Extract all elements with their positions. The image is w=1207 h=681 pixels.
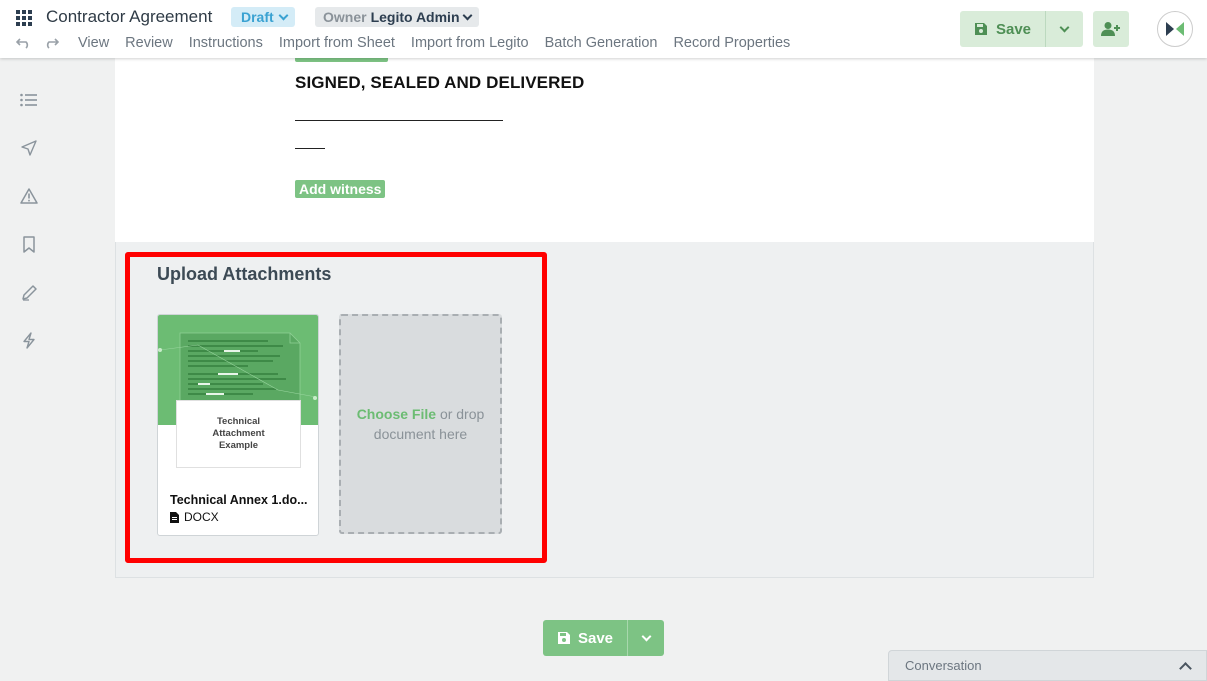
green-tag-edge: [295, 58, 388, 62]
chevron-up-icon: [1179, 662, 1192, 675]
undo-icon[interactable]: [15, 36, 32, 54]
top-toolbar: Contractor Agreement Draft Owner Legito …: [0, 0, 1207, 58]
status-label: Draft: [241, 9, 274, 25]
left-sidebar: [0, 58, 58, 681]
chevron-down-icon: [1059, 22, 1070, 32]
send-icon[interactable]: [20, 139, 38, 157]
menu-instructions[interactable]: Instructions: [189, 35, 263, 51]
add-user-icon: [1101, 22, 1120, 36]
add-user-button[interactable]: [1093, 11, 1129, 47]
menu-record-properties[interactable]: Record Properties: [673, 35, 790, 51]
redo-icon[interactable]: [43, 36, 60, 54]
signed-sealed-heading: SIGNED, SEALED AND DELIVERED: [295, 73, 585, 92]
header-save-button[interactable]: Save: [960, 11, 1046, 47]
conversation-panel-toggle[interactable]: Conversation: [888, 650, 1207, 681]
status-dropdown[interactable]: Draft: [231, 7, 295, 27]
list-icon[interactable]: [20, 91, 38, 109]
owner-label: Owner: [323, 9, 367, 25]
lightning-icon[interactable]: [20, 331, 38, 349]
legito-logo-avatar[interactable]: [1157, 11, 1193, 47]
document-body: [115, 58, 1094, 242]
pen-icon[interactable]: [20, 283, 38, 301]
main-menu: View Review Instructions Import from She…: [78, 35, 790, 51]
menu-import-from-legito[interactable]: Import from Legito: [411, 35, 529, 51]
bottom-save-options-button[interactable]: [628, 620, 664, 656]
menu-batch-generation[interactable]: Batch Generation: [545, 35, 658, 51]
owner-dropdown[interactable]: Owner Legito Admin: [315, 7, 479, 27]
warning-icon[interactable]: [20, 187, 38, 205]
bottom-save-label: Save: [577, 629, 614, 647]
chevron-down-icon: [278, 10, 289, 20]
highlight-box: [125, 252, 547, 563]
chevron-down-icon: [462, 10, 472, 20]
conversation-label: Conversation: [905, 658, 982, 673]
header-save-split-button: Save: [960, 11, 1083, 47]
header-save-options-button[interactable]: [1046, 11, 1083, 47]
menu-view[interactable]: View: [78, 35, 109, 51]
menu-review[interactable]: Review: [125, 35, 173, 51]
signature-short-line: [295, 148, 325, 149]
legito-logo-icon: [1166, 22, 1184, 36]
document-title[interactable]: Contractor Agreement: [46, 7, 212, 27]
apps-grid-icon[interactable]: [16, 10, 32, 26]
bottom-save-button[interactable]: Save: [543, 620, 628, 656]
header-save-label: Save: [995, 20, 1032, 38]
floppy-icon: [557, 632, 570, 644]
owner-value: Legito Admin: [370, 9, 460, 25]
chevron-down-icon: [641, 631, 651, 641]
bookmark-icon[interactable]: [20, 235, 38, 253]
bottom-save-split-button: Save: [543, 620, 664, 656]
add-witness-button[interactable]: Add witness: [295, 180, 386, 198]
menu-import-from-sheet[interactable]: Import from Sheet: [279, 35, 395, 51]
signature-line: [295, 120, 503, 121]
floppy-icon: [974, 23, 987, 35]
